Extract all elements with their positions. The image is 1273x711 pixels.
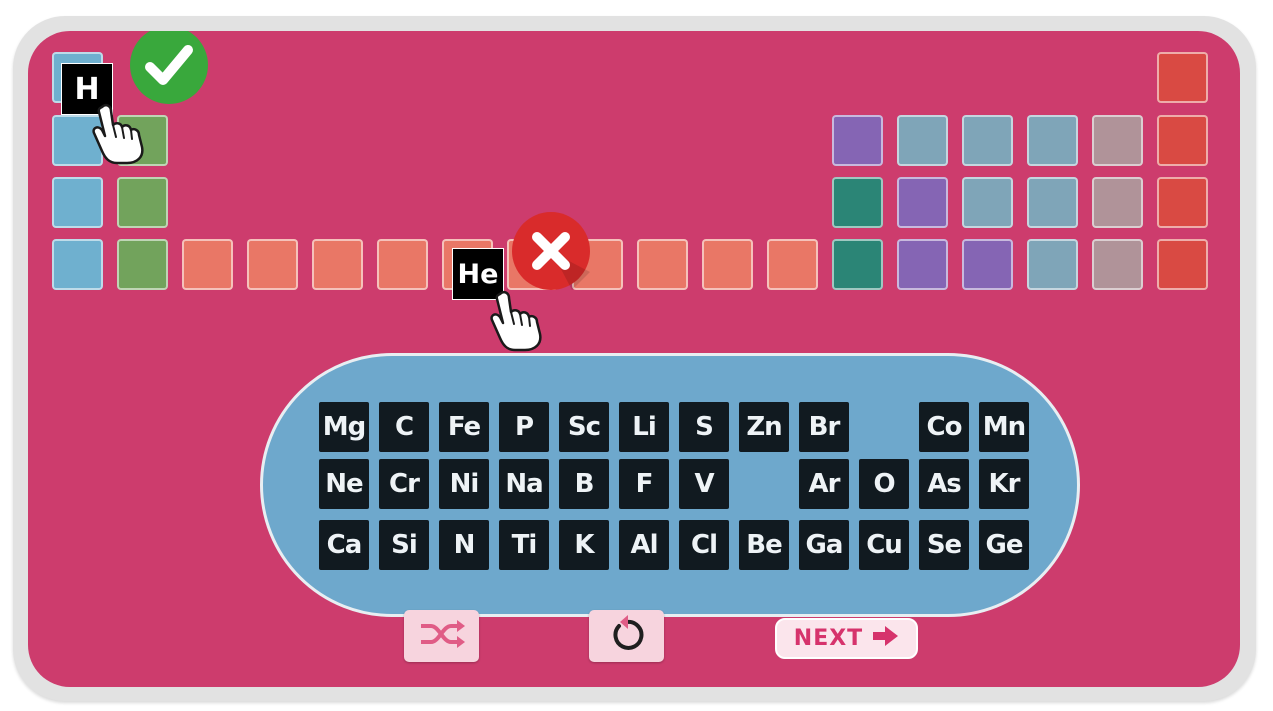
element-slot[interactable]: [1157, 239, 1208, 290]
next-button[interactable]: NEXT: [775, 618, 918, 659]
element-tile[interactable]: Be: [739, 520, 789, 570]
element-tile[interactable]: F: [619, 459, 669, 509]
shuffle-icon: [417, 617, 467, 655]
element-slot[interactable]: [962, 115, 1013, 166]
element-tile[interactable]: Ar: [799, 459, 849, 509]
element-tile[interactable]: Mg: [319, 402, 369, 452]
reset-icon: [607, 614, 647, 658]
element-slot[interactable]: [897, 239, 948, 290]
element-tile[interactable]: Br: [799, 402, 849, 452]
element-slot[interactable]: [767, 239, 818, 290]
element-slot[interactable]: [962, 177, 1013, 228]
element-tile[interactable]: S: [679, 402, 729, 452]
element-slot[interactable]: [962, 239, 1013, 290]
element-slot[interactable]: [1092, 115, 1143, 166]
element-slot[interactable]: [1027, 115, 1078, 166]
element-tile[interactable]: Cu: [859, 520, 909, 570]
element-slot[interactable]: [377, 239, 428, 290]
element-tile[interactable]: Si: [379, 520, 429, 570]
element-tile[interactable]: K: [559, 520, 609, 570]
element-slot[interactable]: [182, 239, 233, 290]
element-slot[interactable]: [832, 239, 883, 290]
element-slot[interactable]: [117, 239, 168, 290]
element-slot[interactable]: [1157, 115, 1208, 166]
shuffle-button[interactable]: [404, 610, 479, 662]
pointer-hand-icon: [90, 103, 148, 169]
element-tile[interactable]: Ti: [499, 520, 549, 570]
element-slot[interactable]: [52, 177, 103, 228]
element-tile[interactable]: V: [679, 459, 729, 509]
element-tile[interactable]: Ge: [979, 520, 1029, 570]
element-tile[interactable]: O: [859, 459, 909, 509]
element-tile[interactable]: N: [439, 520, 489, 570]
element-tile[interactable]: As: [919, 459, 969, 509]
element-tray: Mg C Fe P Sc Li S Zn Br Co Mn Ne Cr Ni Na B F V Ar O As Kr Ca S…: [260, 353, 1080, 617]
correct-check-icon: [130, 31, 208, 104]
element-slot[interactable]: [897, 177, 948, 228]
element-slot[interactable]: [1027, 177, 1078, 228]
element-slot[interactable]: [52, 239, 103, 290]
element-slot[interactable]: [117, 177, 168, 228]
element-slot[interactable]: [1092, 177, 1143, 228]
element-tile[interactable]: Mn: [979, 402, 1029, 452]
element-tile[interactable]: Sc: [559, 402, 609, 452]
element-tile[interactable]: C: [379, 402, 429, 452]
next-label: NEXT: [793, 626, 864, 651]
pointer-hand-icon: [488, 290, 546, 356]
element-slot[interactable]: [832, 115, 883, 166]
element-slot[interactable]: [312, 239, 363, 290]
element-slot[interactable]: [1157, 177, 1208, 228]
element-slot[interactable]: [1092, 239, 1143, 290]
element-tile[interactable]: Kr: [979, 459, 1029, 509]
element-slot[interactable]: [1027, 239, 1078, 290]
element-slot[interactable]: [247, 239, 298, 290]
incorrect-x-icon: [512, 212, 590, 290]
element-tile[interactable]: Li: [619, 402, 669, 452]
element-tile[interactable]: Co: [919, 402, 969, 452]
element-tile[interactable]: Al: [619, 520, 669, 570]
element-tile[interactable]: Se: [919, 520, 969, 570]
reset-button[interactable]: [589, 610, 664, 662]
element-tile[interactable]: P: [499, 402, 549, 452]
element-tile[interactable]: Na: [499, 459, 549, 509]
element-tile[interactable]: Ne: [319, 459, 369, 509]
element-tile[interactable]: Cr: [379, 459, 429, 509]
element-slot[interactable]: [832, 177, 883, 228]
element-slot[interactable]: [702, 239, 753, 290]
element-tile[interactable]: Ni: [439, 459, 489, 509]
element-slot[interactable]: [1157, 52, 1208, 103]
element-tile[interactable]: Cl: [679, 520, 729, 570]
element-slot[interactable]: [637, 239, 688, 290]
element-tile[interactable]: Ca: [319, 520, 369, 570]
game-board: Mg C Fe P Sc Li S Zn Br Co Mn Ne Cr Ni Na B F V Ar O As Kr Ca S…: [28, 31, 1240, 687]
element-tile[interactable]: Zn: [739, 402, 789, 452]
element-tile[interactable]: Ga: [799, 520, 849, 570]
element-tile[interactable]: Fe: [439, 402, 489, 452]
arrow-right-icon: [871, 625, 899, 653]
element-slot[interactable]: [897, 115, 948, 166]
element-tile[interactable]: B: [559, 459, 609, 509]
